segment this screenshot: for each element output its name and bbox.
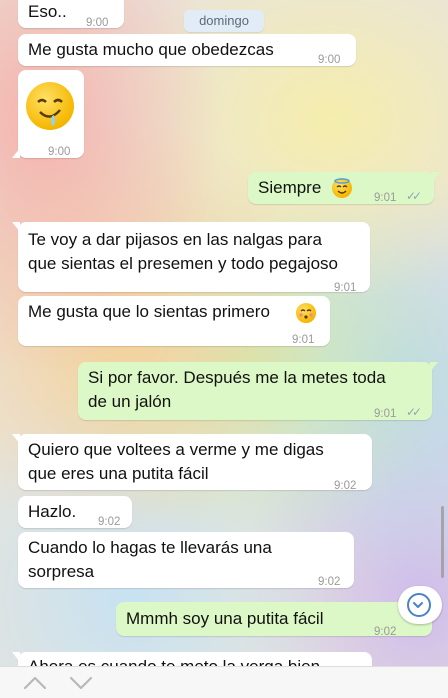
message-text: Hazlo. xyxy=(28,502,77,521)
message-bubble-incoming[interactable]: Me gusta mucho que obedezcas 9:00 xyxy=(18,34,356,66)
message-time: 9:00 xyxy=(48,146,71,158)
bubble-tail xyxy=(12,222,20,232)
message-bubble-outgoing[interactable]: Mmmh soy una putita fácil 9:02 xyxy=(116,602,438,638)
message-text: Mmmh soy una putita fácil xyxy=(126,609,324,628)
message-text: Me gusta mucho que obedezcas xyxy=(28,40,274,59)
message-time: 9:01 xyxy=(292,334,315,346)
message-time: 9:02 xyxy=(98,516,121,528)
message-text: Eso.. xyxy=(28,2,67,21)
read-receipt-icon: ✓✓ xyxy=(406,189,422,203)
message-bubble-incoming[interactable]: Cuando lo hagas te llevarás una sorpresa… xyxy=(18,532,354,588)
bubble-tail xyxy=(432,172,440,182)
message-time: 9:00 xyxy=(86,17,109,29)
message-time: 9:02 xyxy=(334,480,357,492)
message-text: Quiero que voltees a verme y me digas qu… xyxy=(28,440,324,483)
message-text: Si por favor. Después me la metes toda d… xyxy=(88,368,386,411)
previous-result-button[interactable] xyxy=(20,671,50,695)
message-bubble-outgoing[interactable]: Si por favor. Después me la metes toda d… xyxy=(78,362,438,420)
chevron-down-icon xyxy=(413,602,423,608)
message-time: 9:00 xyxy=(318,54,341,66)
message-text: Siempre xyxy=(258,178,322,197)
message-text: Me gusta que lo sientas primero xyxy=(28,302,270,321)
message-text: Te voy a dar pijasos en las nalgas para … xyxy=(28,230,338,273)
message-bubble-incoming[interactable]: Te voy a dar pijasos en las nalgas para … xyxy=(12,222,370,294)
scroll-to-bottom-button[interactable] xyxy=(398,586,442,624)
message-bubble-incoming[interactable]: Hazlo. 9:02 xyxy=(18,496,132,528)
bubble-tail xyxy=(430,362,438,372)
smiling-face-with-halo-emoji xyxy=(332,178,352,198)
chat-screen: Eso.. 9:00 domingo Me gusta mucho que ob… xyxy=(0,0,448,698)
bubble-tail xyxy=(12,652,20,662)
message-text: Cuando lo hagas te llevarás una sorpresa xyxy=(28,538,272,581)
bubble-tail xyxy=(12,434,20,444)
read-receipt-icon: ✓✓ xyxy=(406,405,422,419)
bubble-tail xyxy=(12,148,20,158)
next-result-button[interactable] xyxy=(66,671,96,695)
message-bubble-incoming[interactable]: Quiero que voltees a verme y me digas qu… xyxy=(12,434,372,492)
bottom-navigation-bar xyxy=(0,666,448,698)
message-time: 9:01 xyxy=(374,192,397,204)
message-bubble-incoming[interactable]: Me gusta que lo sientas primero 9:01 xyxy=(18,296,330,346)
scrollbar[interactable] xyxy=(441,506,444,578)
message-bubble-outgoing[interactable]: Siempre 9:01 ✓✓ xyxy=(248,172,440,204)
chevron-down-icon xyxy=(69,676,93,690)
message-time: 9:01 xyxy=(374,408,397,420)
message-time: 9:01 xyxy=(334,282,357,294)
kissing-face-closed-eyes-emoji xyxy=(296,303,316,323)
date-badge: domingo xyxy=(184,10,264,32)
chevron-up-icon xyxy=(23,676,47,690)
message-time: 9:02 xyxy=(374,626,397,638)
message-bubble-incoming[interactable]: Eso.. 9:00 xyxy=(18,0,124,29)
message-time: 9:02 xyxy=(318,576,341,588)
drooling-face-emoji xyxy=(26,82,74,130)
message-bubble-incoming[interactable]: 9:00 xyxy=(12,70,84,158)
